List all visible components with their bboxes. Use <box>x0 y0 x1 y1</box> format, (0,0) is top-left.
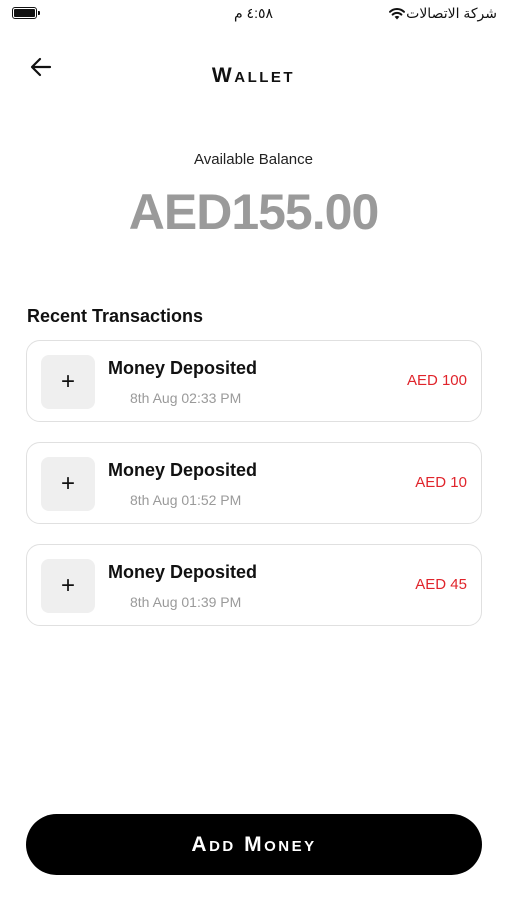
transaction-amount: AED 45 <box>415 576 467 593</box>
transaction-card[interactable]: + Money Deposited 8th Aug 02:33 PM AED 1… <box>26 340 482 422</box>
balance-label: Available Balance <box>194 151 313 168</box>
transaction-amount: AED 100 <box>406 372 467 389</box>
plus-icon: + <box>41 457 95 511</box>
transaction-title: Money Deposited <box>108 562 258 582</box>
transaction-card[interactable]: + Money Deposited 8th Aug 01:39 PM AED 4… <box>26 544 482 626</box>
transaction-time: 8th Aug 01:39 PM <box>130 594 242 610</box>
transaction-amount: AED 10 <box>415 474 467 491</box>
plus-icon: + <box>41 355 95 409</box>
page-title: Wallet <box>211 64 296 87</box>
transaction-time: 8th Aug 02:33 PM <box>130 390 242 406</box>
add-money-button[interactable]: Add Money <box>26 814 482 875</box>
transaction-card[interactable]: + Money Deposited 8th Aug 01:52 PM AED 1… <box>26 442 482 524</box>
carrier-name: شركة الاتصالات <box>406 5 497 21</box>
transaction-list: + Money Deposited 8th Aug 02:33 PM AED 1… <box>26 340 482 646</box>
plus-icon: + <box>41 559 95 613</box>
status-bar: ٤:٥٨ م شركة الاتصالات <box>0 0 507 28</box>
transaction-title: Money Deposited <box>108 460 258 480</box>
transaction-title: Money Deposited <box>108 358 258 378</box>
transaction-time: 8th Aug 01:52 PM <box>130 492 242 508</box>
section-title: Recent Transactions <box>27 306 204 326</box>
wifi-icon <box>389 7 405 20</box>
balance-amount: AED155.00 <box>128 184 380 240</box>
